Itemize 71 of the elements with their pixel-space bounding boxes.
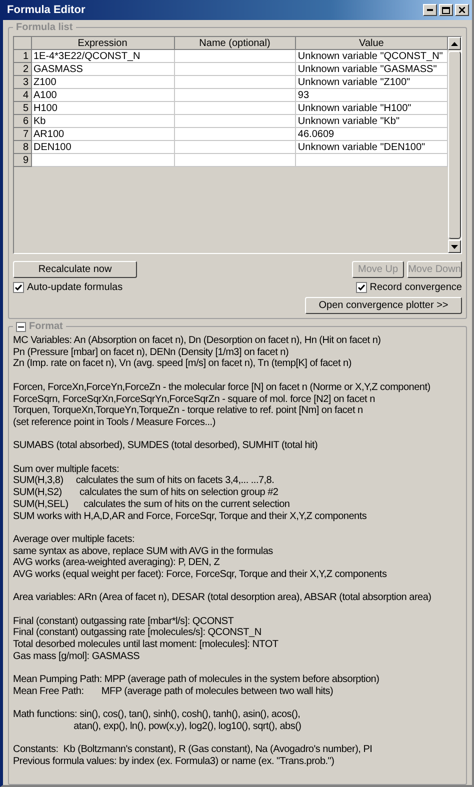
value-cell: Unknown variable "QCONST_N"	[295, 50, 448, 62]
name-cell[interactable]	[174, 62, 296, 76]
value-cell: Unknown variable "Kb"	[295, 114, 448, 128]
recalculate-button[interactable]: Recalculate now	[13, 261, 137, 278]
down-arrow-icon	[451, 244, 458, 248]
up-arrow-icon	[451, 42, 458, 46]
value-cell: Unknown variable "H100"	[295, 102, 448, 114]
column-header[interactable]: Value	[295, 37, 448, 50]
row-number: 3	[14, 76, 31, 88]
expression-cell[interactable]	[31, 154, 174, 166]
row-number: 6	[14, 114, 31, 128]
value-cell: Unknown variable "Z100"	[295, 76, 448, 88]
name-cell[interactable]	[174, 88, 296, 102]
help-paragraph: SUMABS (total absorbed), SUMDES (total desorbed), SUMHIT (total hit)	[13, 440, 319, 452]
help-paragraph: Area variables: ARn (Area of facet n), DESAR (total desorption area), ABSAR (total absorption area)	[13, 592, 432, 604]
help-paragraph: Constants: Kb (Boltzmann's constant), R (Gas constant), Na (Avogadro's number), PI Previous formula values: by index (ex. Formula3) or name (ex. "Trans.prob.")	[13, 744, 374, 768]
row-number: 9	[14, 154, 31, 166]
scroll-down-button[interactable]	[448, 240, 461, 253]
name-cell[interactable]	[174, 154, 296, 166]
close-button[interactable]	[455, 4, 469, 16]
help-paragraph: Mean Pumping Path: MPP (average path of molecules in the system before absorption) Mean Free Path: MFP (average path of molecules between two wall hits)	[13, 674, 380, 698]
name-cell[interactable]	[174, 50, 296, 62]
close-icon	[459, 7, 465, 13]
window-title: Formula Editor	[7, 4, 86, 16]
checkbox-box[interactable]	[13, 282, 24, 293]
name-cell[interactable]	[174, 140, 296, 154]
row-number: 7	[14, 128, 31, 140]
row-number: 5	[14, 102, 31, 114]
maximize-button[interactable]	[439, 4, 453, 16]
column-header[interactable]: Expression	[31, 37, 174, 50]
help-paragraph: Sum over multiple facets: SUM(H,3,8) calculates the sum of hits on facets 3,4,... ...7,8. SUM(H,S2) calculates the sum of hits on selection group #2 SUM(H,SEL) calculates the sum of hits on the current selection SUM works with H,A,D,AR and Force, ForceSqr, Torque and their X,Y,Z components	[13, 464, 368, 522]
value-cell: 46.0609	[295, 128, 448, 140]
group-title: Format	[29, 321, 63, 332]
name-cell[interactable]	[174, 114, 296, 128]
checkbox[interactable]: Auto-update formulas	[13, 282, 123, 293]
expression-cell[interactable]: A100	[31, 88, 174, 102]
group-title: Formula list	[15, 22, 74, 33]
expression-cell[interactable]: DEN100	[31, 140, 174, 154]
expression-cell[interactable]: 1E-4*3E22/QCONST_N	[31, 50, 174, 62]
name-cell[interactable]	[174, 102, 296, 114]
expression-cell[interactable]: Z100	[31, 76, 174, 88]
row-number: 8	[14, 140, 31, 154]
value-cell: Unknown variable "DEN100"	[295, 140, 448, 154]
expression-cell[interactable]: GASMASS	[31, 62, 174, 76]
scroll-up-button[interactable]	[448, 37, 461, 50]
name-cell[interactable]	[174, 128, 296, 140]
help-paragraph: Math functions: sin(), cos(), tan(), sinh(), cosh(), tanh(), asin(), acos(), atan(), exp(), ln(), pow(x,y), log2(), log10(), sqrt(), abs()	[13, 709, 302, 733]
help-paragraph: Forcen, ForceXn,ForceYn,ForceZn - the molecular force [N] on facet n (Norme or X,Y,Z component) ForceSqrn, ForceSqrXn,ForceSqrYn,ForceSqrZn - square of mol. force [N2] on facet n Torquen, TorqueXn,TorqueYn,TorqueZn - torque relative to ref. point [Nm] on facet n (set reference point in Tools / Measure Forces...)	[13, 382, 432, 429]
row-number: 1	[14, 50, 31, 62]
checkmark-icon	[358, 284, 365, 291]
collapse-toggle[interactable]	[16, 322, 26, 332]
value-cell: 93	[295, 88, 448, 102]
help-paragraph: MC Variables: An (Absorption on facet n), Dn (Desorption on facet n), Hn (Hit on facet n) Pn (Pressure [mbar] on facet n), DENn (Density [1/m3] on facet n) Zn (Imp. rate on facet n), Vn (avg. speed [m/s] on facet n), Tn (temp[K] of facet n)	[13, 335, 382, 370]
expression-cell[interactable]: H100	[31, 102, 174, 114]
name-cell[interactable]	[174, 76, 296, 88]
open-plotter-button[interactable]: Open convergence plotter >>	[305, 297, 462, 314]
expression-cell[interactable]: AR100	[31, 128, 174, 140]
help-paragraph: Average over multiple facets: same syntax as above, replace SUM with AVG in the formulas AVG works (area-weighted averaging): P, DEN, Z AVG works (equal weight per facet): Force, ForceSqr, Torque and their X,Y,Z components	[13, 534, 388, 581]
checkbox[interactable]: Record convergence	[356, 282, 462, 293]
checkmark-icon	[15, 284, 22, 291]
column-header[interactable]: Name (optional)	[174, 37, 296, 50]
checkbox-box[interactable]	[356, 282, 367, 293]
value-cell: Unknown variable "GASMASS"	[295, 62, 448, 76]
minimize-button[interactable]	[423, 4, 437, 16]
minimize-icon	[427, 9, 433, 11]
expression-cell[interactable]: Kb	[31, 114, 174, 128]
minus-icon	[18, 324, 24, 330]
help-paragraph: Final (constant) outgassing rate [mbar*l/s]: QCONST Final (constant) outgassing rate [molecules/s]: QCONST_N Total desorbed molecules until last moment: [molecules]: NTOT Gas mass [g/mol]: GASMASS	[13, 616, 280, 663]
row-number: 4	[14, 88, 31, 102]
row-number: 2	[14, 62, 31, 76]
maximize-icon	[442, 6, 450, 14]
